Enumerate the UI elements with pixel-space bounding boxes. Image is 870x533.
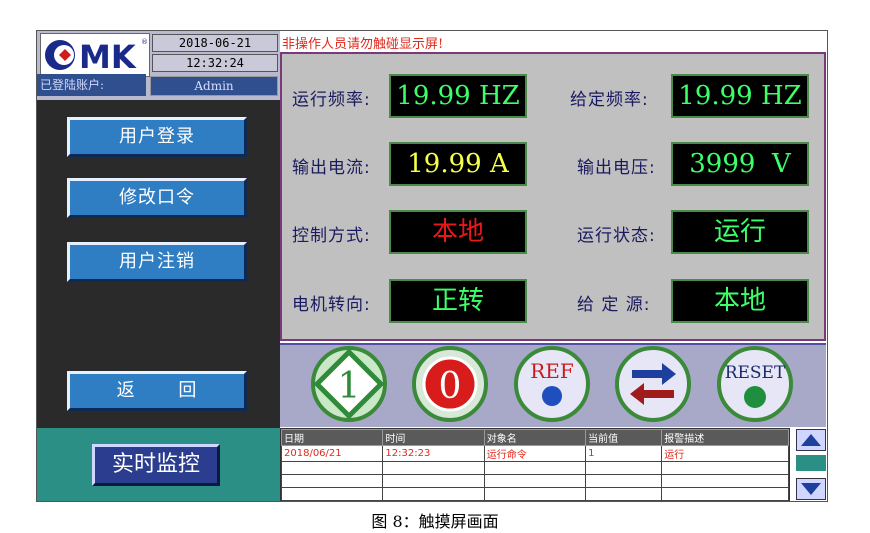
- table-cell: 12:32:23: [382, 445, 485, 462]
- alarm-table[interactable]: 日期 时间 对象名 当前值 报警描述 2018/06/21 12:32:23 运…: [280, 428, 790, 502]
- table-cell: [585, 461, 663, 475]
- table-cell: [382, 461, 485, 475]
- table-cell: [382, 487, 485, 501]
- output-voltage-label: 输出电压:: [577, 158, 656, 178]
- reset-label: RESET: [725, 363, 786, 383]
- control-mode-display: 本地: [389, 210, 527, 254]
- table-cell: [661, 461, 789, 475]
- figure-caption: 图 8：触摸屏画面: [371, 512, 499, 531]
- table-cell: [281, 474, 384, 488]
- warning-text: 非操作人员请勿触碰显示屏!: [282, 37, 444, 52]
- table-row[interactable]: [281, 461, 789, 475]
- table-cell: [281, 461, 384, 475]
- scroll-down-button[interactable]: [796, 478, 826, 500]
- motor-direction-label: 电机转向:: [292, 295, 371, 315]
- column-header-object: 对象名: [483, 429, 587, 446]
- stop-label: 0: [439, 366, 462, 407]
- arrows-left-right-icon: [615, 346, 691, 422]
- table-cell: 运行命令: [483, 445, 587, 462]
- cmk-logo: MK ®: [40, 33, 150, 77]
- table-row[interactable]: [281, 487, 789, 501]
- svg-text:®: ®: [141, 38, 148, 46]
- scrollbar-thumb[interactable]: [796, 455, 826, 471]
- reset-button[interactable]: RESET: [716, 346, 794, 422]
- motor-direction-display: 正转: [389, 279, 527, 323]
- output-current-label: 输出电流:: [292, 158, 371, 178]
- triangle-down-icon: [801, 483, 821, 495]
- back-button[interactable]: 返 回: [67, 371, 247, 411]
- account-value: Admin: [150, 76, 278, 96]
- table-cell: [585, 487, 663, 501]
- ref-button[interactable]: REF: [513, 346, 591, 422]
- output-current-display: 19.99 A: [389, 142, 527, 186]
- table-cell: [483, 461, 587, 475]
- table-cell: 1: [585, 445, 663, 462]
- table-row[interactable]: 2018/06/21 12:32:23 运行命令 1 运行: [281, 445, 789, 462]
- column-header-value: 当前值: [585, 429, 663, 446]
- table-cell: [585, 474, 663, 488]
- direction-button[interactable]: [614, 346, 692, 422]
- realtime-monitor-button[interactable]: 实时监控: [92, 444, 220, 486]
- table-cell: 2018/06/21: [281, 445, 384, 462]
- table-cell: [483, 474, 587, 488]
- time-display: 12:32:24: [152, 54, 278, 72]
- date-display: 2018-06-21: [152, 34, 278, 52]
- run-status-label: 运行状态:: [577, 226, 656, 246]
- column-header-description: 报警描述: [661, 429, 789, 446]
- account-label: 已登陆账户:: [36, 74, 146, 96]
- run-frequency-display: 19.99 HZ: [389, 74, 527, 118]
- change-password-button[interactable]: 修改口令: [67, 178, 247, 218]
- column-header-time: 时间: [382, 429, 485, 446]
- start-button[interactable]: 1: [310, 346, 388, 422]
- start-label: 1: [338, 366, 361, 407]
- run-status-display: 运行: [671, 210, 809, 254]
- table-cell: [483, 487, 587, 501]
- table-cell: [661, 474, 789, 488]
- stop-button[interactable]: 0: [411, 346, 489, 422]
- ref-label: REF: [530, 359, 574, 383]
- alarm-table-header: 日期 时间 对象名 当前值 报警描述: [281, 429, 789, 446]
- set-frequency-label: 给定频率:: [570, 90, 649, 110]
- table-cell: [382, 474, 485, 488]
- set-frequency-display: 19.99 HZ: [671, 74, 809, 118]
- table-cell: 运行: [661, 445, 789, 462]
- column-header-date: 日期: [281, 429, 384, 446]
- table-cell: [281, 487, 384, 501]
- scroll-up-button[interactable]: [796, 429, 826, 451]
- user-logout-button[interactable]: 用户注销: [67, 242, 247, 282]
- triangle-up-icon: [801, 434, 821, 446]
- reference-source-label: 给 定 源:: [577, 295, 651, 315]
- svg-text:MK: MK: [79, 38, 137, 76]
- table-cell: [661, 487, 789, 501]
- reference-source-display: 本地: [671, 279, 809, 323]
- run-frequency-label: 运行频率:: [292, 90, 371, 110]
- table-row[interactable]: [281, 474, 789, 488]
- user-login-button[interactable]: 用户登录: [67, 117, 247, 157]
- control-mode-label: 控制方式:: [292, 226, 371, 246]
- output-voltage-display: 3999 V: [671, 142, 809, 186]
